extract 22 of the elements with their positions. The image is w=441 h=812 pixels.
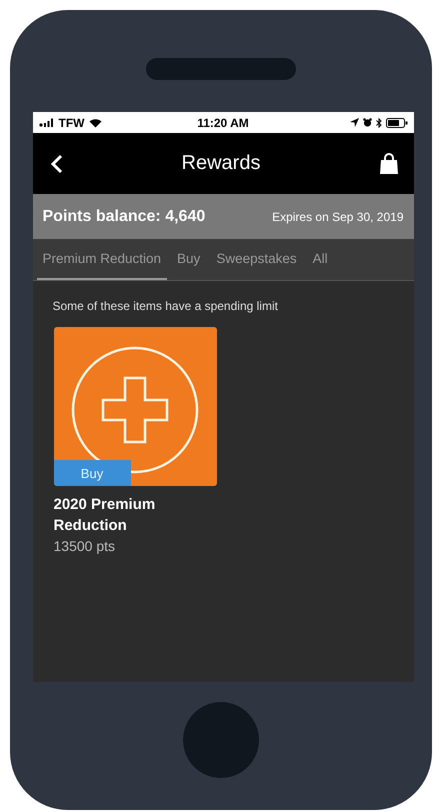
reward-points: 13500 pts [54,538,116,554]
category-tab[interactable]: Buy [171,239,206,280]
carrier-name: TFW [58,116,84,130]
back-button[interactable] [50,154,62,174]
battery-icon [386,118,408,128]
buy-button[interactable]: Buy [54,460,130,486]
reward-tile[interactable]: Buy [54,327,216,486]
status-time: 11:20 AM [197,116,249,130]
category-tab[interactable]: Premium Reduction [36,239,168,280]
signal-icon [38,118,54,127]
notice-text: Some of these items have a spending limit [52,299,279,313]
location-icon [350,118,358,127]
category-tab[interactable]: Sweepstakes [210,239,303,280]
alarm-icon [362,118,372,127]
reward-title: 2020 Premium Reduction [54,495,156,536]
shopping-bag-icon[interactable] [379,152,400,174]
category-tab[interactable]: All [306,239,334,280]
page-title: Rewards [182,152,260,175]
expiry-date: Expires on Sep 30, 2019 [272,210,404,224]
points-balance: Points balance: 4,640 [42,208,206,226]
bluetooth-icon [376,118,382,128]
wifi-icon [88,118,102,128]
